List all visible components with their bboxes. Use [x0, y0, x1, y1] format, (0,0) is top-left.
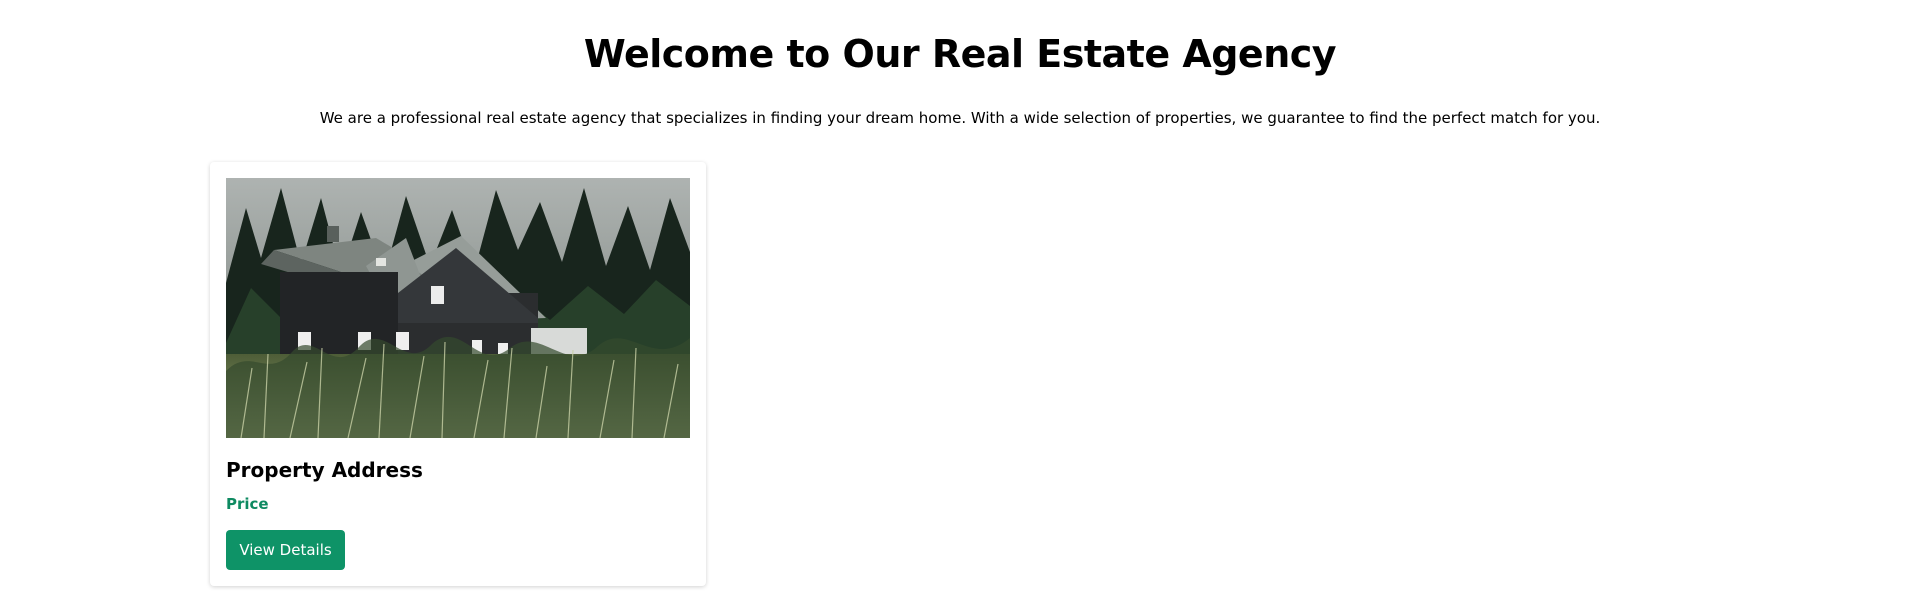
view-details-button[interactable]: View Details — [226, 530, 345, 570]
property-address: Property Address — [226, 458, 423, 482]
page-title: Welcome to Our Real Estate Agency — [583, 32, 1337, 76]
property-card: Property Address Price View Details — [210, 162, 706, 586]
property-image — [226, 178, 690, 438]
real-estate-page: Welcome to Our Real Estate Agency We are… — [0, 0, 1920, 612]
house-photo — [226, 178, 690, 438]
property-price: Price — [226, 495, 269, 513]
agency-description: We are a professional real estate agency… — [319, 109, 1601, 127]
